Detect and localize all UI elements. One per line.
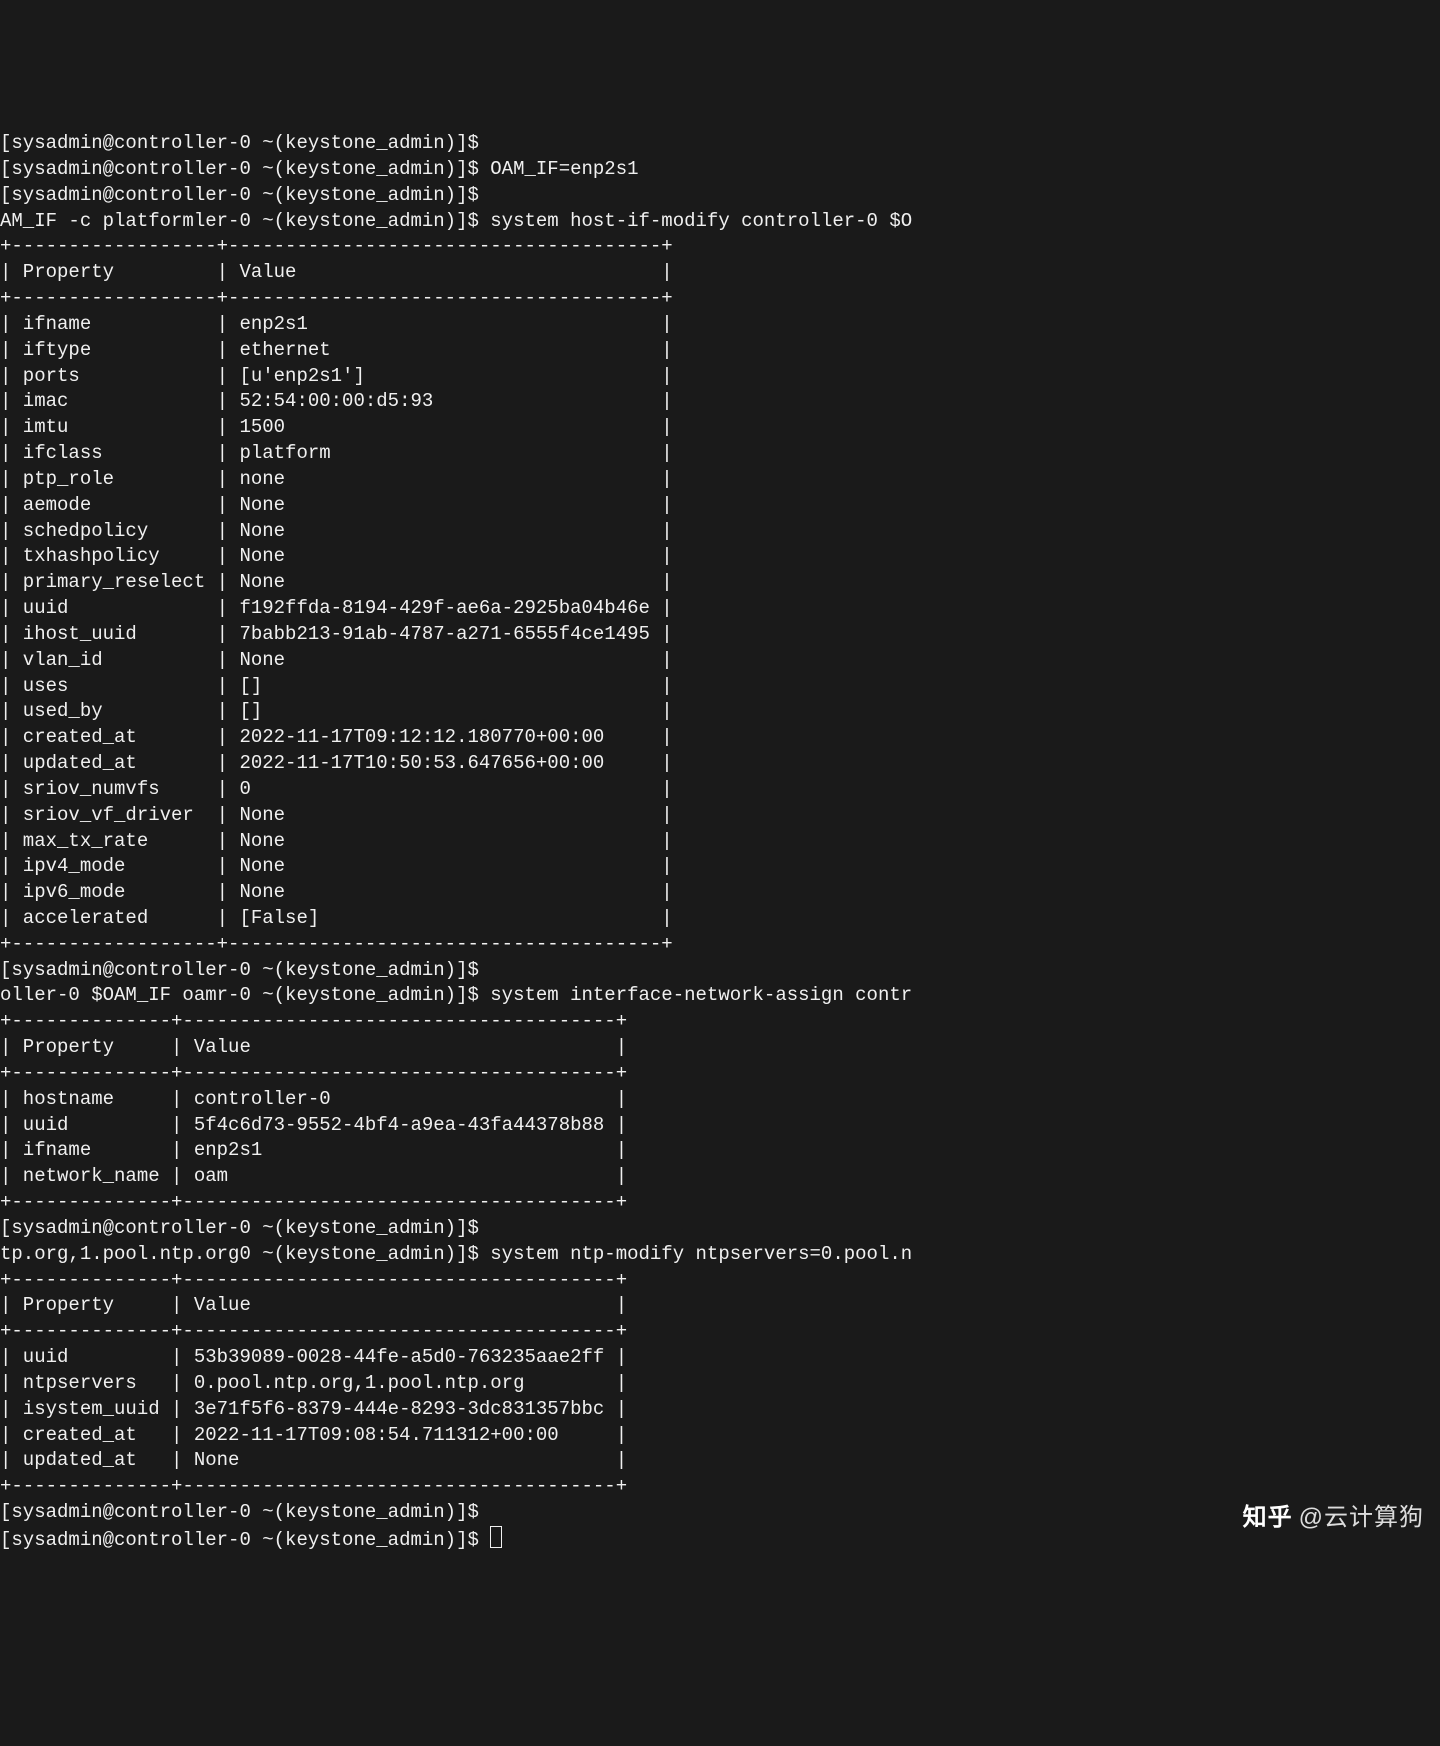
prompt-line: AM_IF -c platformler-0 ~(keystone_admin)… bbox=[0, 210, 912, 232]
terminal-output[interactable]: [sysadmin@controller-0 ~(keystone_admin)… bbox=[0, 103, 1440, 1565]
watermark-handle: @云计算狗 bbox=[1299, 1502, 1424, 1535]
table-host-if: +------------------+--------------------… bbox=[0, 235, 673, 954]
prompt-line-current[interactable]: [sysadmin@controller-0 ~(keystone_admin)… bbox=[0, 1529, 502, 1551]
prompt-line: [sysadmin@controller-0 ~(keystone_admin)… bbox=[0, 158, 639, 180]
cursor-icon bbox=[490, 1526, 502, 1548]
prompt-line: [sysadmin@controller-0 ~(keystone_admin)… bbox=[0, 1217, 479, 1239]
prompt-line: [sysadmin@controller-0 ~(keystone_admin)… bbox=[0, 184, 479, 206]
prompt-line: [sysadmin@controller-0 ~(keystone_admin)… bbox=[0, 959, 479, 981]
prompt-line: oller-0 $OAM_IF oamr-0 ~(keystone_admin)… bbox=[0, 984, 912, 1006]
prompt-line: [sysadmin@controller-0 ~(keystone_admin)… bbox=[0, 132, 479, 154]
watermark: 知乎 @云计算狗 bbox=[1243, 1502, 1424, 1535]
prompt-line: [sysadmin@controller-0 ~(keystone_admin)… bbox=[0, 1501, 479, 1523]
prompt-line: tp.org,1.pool.ntp.org0 ~(keystone_admin)… bbox=[0, 1243, 912, 1265]
zhihu-logo-icon: 知乎 bbox=[1243, 1502, 1293, 1535]
table-ntp: +--------------+------------------------… bbox=[0, 1269, 627, 1498]
table-interface-network: +--------------+------------------------… bbox=[0, 1010, 627, 1213]
